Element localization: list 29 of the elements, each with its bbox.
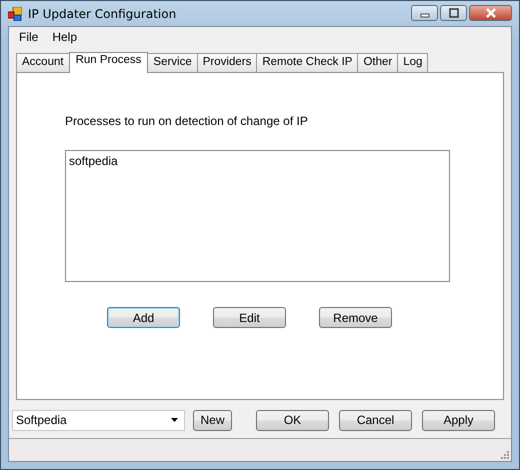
process-list[interactable]: softpedia [65, 150, 450, 282]
menu-item[interactable]: File [19, 29, 38, 45]
dropdown-arrow-icon [171, 418, 178, 422]
list-item[interactable]: softpedia [69, 153, 446, 169]
tab[interactable]: Remote Check IP [256, 53, 358, 72]
button[interactable]: Cancel [339, 410, 412, 430]
close-button[interactable] [469, 5, 512, 21]
button[interactable]: Add [107, 307, 180, 328]
minimize-button[interactable] [411, 5, 438, 21]
window-title: IP Updater Configuration [28, 6, 178, 20]
new-button[interactable]: New [193, 410, 232, 430]
list-caption: Processes to run on detection of change of IP [65, 114, 309, 128]
tab[interactable]: Service [147, 53, 198, 72]
button[interactable]: Edit [213, 307, 286, 328]
tab[interactable]: Log [397, 53, 428, 72]
button[interactable]: Apply [422, 410, 495, 430]
close-icon [484, 8, 496, 18]
tab[interactable]: Providers [196, 53, 258, 72]
app-icon [8, 6, 22, 20]
tab[interactable]: Account [16, 53, 70, 72]
button[interactable]: OK [256, 410, 329, 430]
tab[interactable]: Run Process [68, 52, 148, 73]
resize-grip-icon[interactable] [501, 451, 509, 459]
profile-dropdown[interactable]: Softpedia [12, 410, 185, 430]
button[interactable]: Remove [319, 307, 392, 328]
tab[interactable]: Other [357, 53, 398, 72]
maximize-icon [448, 8, 460, 18]
menu-item[interactable]: Help [52, 29, 78, 45]
maximize-button[interactable] [440, 5, 467, 21]
